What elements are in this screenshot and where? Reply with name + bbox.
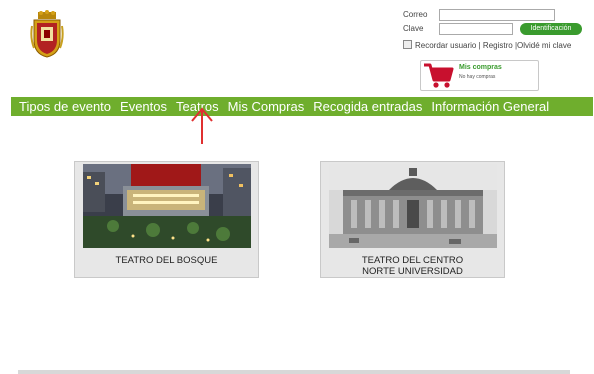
main-nav: Tipos de evento Eventos Teatros Mis Comp… [11, 97, 593, 116]
window-left-edge [0, 0, 9, 374]
nav-my-purchases[interactable]: Mis Compras [228, 97, 305, 116]
login-button[interactable]: Identificación [520, 23, 582, 35]
email-field[interactable] [439, 9, 555, 21]
remember-checkbox[interactable] [403, 40, 412, 49]
cart-status: No hay compras [459, 74, 496, 80]
horizontal-scrollbar[interactable] [18, 370, 570, 374]
nav-ticket-pickup[interactable]: Recogida entradas [313, 97, 422, 116]
theater-bosque-photo [83, 164, 251, 248]
separator: | [478, 41, 481, 50]
theater-card-bosque[interactable]: TEATRO DEL BOSQUE [74, 161, 259, 278]
remember-label: Recordar usuario [415, 41, 477, 50]
login-options: Recordar usuario | Registro |Olvidé mi c… [403, 40, 571, 50]
cart-title: Mis compras [459, 64, 502, 71]
theater-centro-photo [329, 164, 497, 248]
theater-card-centro[interactable]: TEATRO DEL CENTRO NORTE UNIVERSIDAD [320, 161, 505, 278]
shopping-cart-icon [424, 63, 454, 88]
theater-name[interactable]: TEATRO DEL CENTRO NORTE UNIVERSIDAD [321, 255, 504, 277]
nav-events[interactable]: Eventos [120, 97, 167, 116]
coat-of-arms-icon[interactable] [30, 10, 64, 58]
email-label: Correo [403, 10, 428, 19]
theater-name[interactable]: TEATRO DEL BOSQUE [75, 255, 258, 266]
nav-general-info[interactable]: Información General [431, 97, 549, 116]
register-link[interactable]: Registro [483, 41, 513, 50]
annotation-arrow-icon [191, 107, 213, 144]
password-label: Clave [403, 24, 424, 33]
nav-event-types[interactable]: Tipos de evento [19, 97, 111, 116]
password-field[interactable] [439, 23, 513, 35]
forgot-password-link[interactable]: Olvidé mi clave [517, 41, 571, 50]
my-purchases-box[interactable]: Mis compras No hay compras [420, 60, 539, 91]
